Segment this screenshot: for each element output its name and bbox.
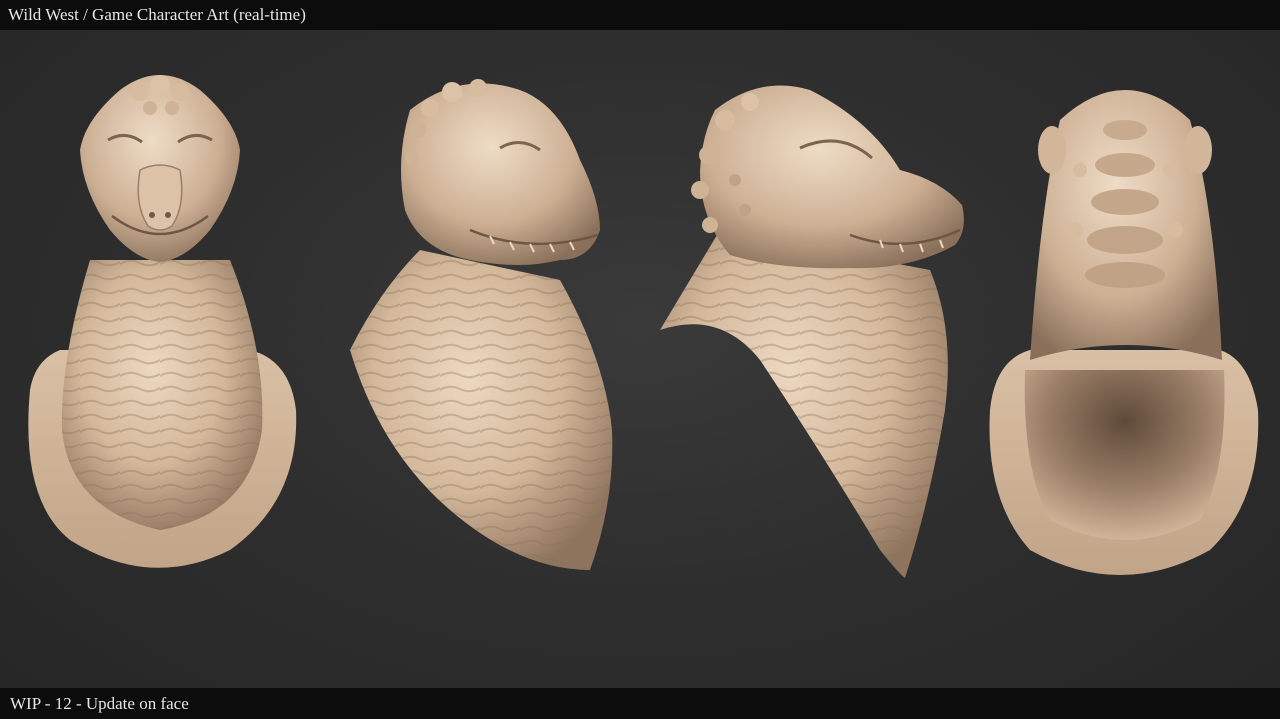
- wip-caption: WIP - 12 - Update on face: [10, 694, 189, 713]
- page-title: Wild West / Game Character Art (real-tim…: [8, 5, 306, 24]
- caption-bar: WIP - 12 - Update on face: [0, 688, 1280, 719]
- three-quarter-view: [350, 79, 613, 570]
- render-frame: Wild West / Game Character Art (real-tim…: [0, 0, 1280, 719]
- side-view: [660, 85, 964, 578]
- front-view: [28, 75, 297, 568]
- sculpt-render: [28, 75, 1259, 578]
- sculpt-viewport: [0, 30, 1280, 688]
- title-bar: Wild West / Game Character Art (real-tim…: [0, 0, 1280, 30]
- back-bottom-view: [989, 90, 1259, 575]
